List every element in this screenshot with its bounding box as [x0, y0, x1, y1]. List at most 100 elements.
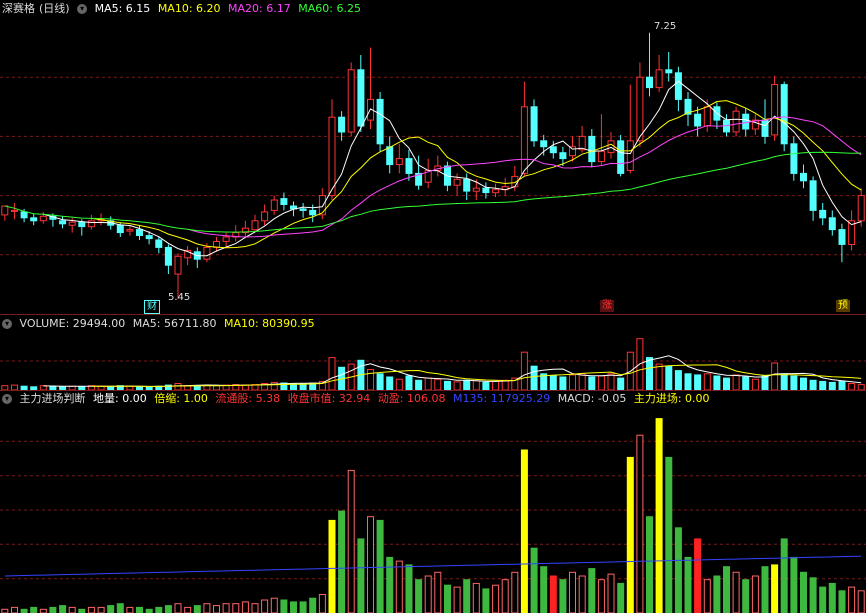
- candle-body: [761, 119, 769, 137]
- volume-bar: [607, 373, 615, 390]
- price-chart[interactable]: [0, 18, 866, 314]
- candle-body: [395, 158, 403, 166]
- volume-bar: [367, 369, 374, 390]
- volume-bar: [732, 374, 740, 390]
- candle-body: [155, 239, 163, 248]
- volume-bar: [434, 378, 442, 390]
- main-force-bar: [136, 606, 143, 613]
- main-force-bar: [270, 597, 278, 613]
- main-force-bar: [723, 566, 730, 613]
- candle-body: [588, 135, 596, 163]
- marker-zhang[interactable]: 涨: [600, 300, 614, 312]
- candle-body: [828, 217, 836, 231]
- chevron-down-icon[interactable]: ▾: [77, 4, 88, 14]
- volume-bar: [492, 380, 500, 390]
- candle-body: [261, 211, 269, 222]
- candle-body: [78, 221, 86, 228]
- main-force-bar: [30, 606, 38, 613]
- main-force-bar: [549, 575, 557, 613]
- main-force-bar: [405, 564, 413, 613]
- candle-body: [540, 140, 548, 148]
- volume-bar: [713, 375, 721, 390]
- chevron-down-icon[interactable]: ▾: [2, 319, 12, 329]
- candle-body: [386, 146, 394, 166]
- candle-body: [338, 116, 346, 133]
- period-label: (日线): [39, 2, 70, 15]
- panel-divider: [0, 390, 866, 391]
- candle-body: [674, 72, 682, 100]
- candle-body: [578, 135, 586, 151]
- volume-ma10-label: MA10: 80390.95: [223, 317, 315, 330]
- panel-divider: [0, 314, 866, 315]
- price-panel-header: 深赛格 (日线) ▾ MA5: 6.15 MA10: 6.20 MA20: 6.1…: [2, 2, 365, 16]
- candle-body: [482, 187, 490, 194]
- main-force-bar: [530, 547, 538, 613]
- volume-bar: [588, 376, 596, 390]
- beisuo-label: 倍缩: 1.00: [154, 392, 208, 405]
- main-force-bar: [520, 449, 528, 613]
- macd-label: MACD: -0.05: [557, 392, 627, 405]
- main-force-bar: [203, 603, 211, 613]
- main-force-bar: [318, 594, 326, 613]
- main-force-bar: [184, 606, 192, 613]
- main-force-entry-label: 主力进场: 0.00: [633, 392, 710, 405]
- main-force-bar: [780, 538, 788, 613]
- main-force-bar: [809, 577, 817, 613]
- main-force-bar: [347, 469, 355, 613]
- main-force-chart[interactable]: [0, 407, 866, 613]
- candle-body: [732, 110, 740, 133]
- candle-body: [347, 69, 355, 133]
- candle-body: [559, 152, 567, 160]
- candle-body: [636, 76, 644, 142]
- chevron-down-icon[interactable]: ▾: [2, 394, 12, 404]
- marker-cai[interactable]: 财: [144, 300, 160, 314]
- marker-yu[interactable]: 预: [836, 300, 850, 312]
- main-force-bar: [39, 608, 47, 613]
- main-force-bar: [569, 571, 576, 613]
- main-force-bar: [626, 456, 634, 613]
- volume-bar: [405, 375, 413, 390]
- volume-bar: [424, 377, 432, 390]
- main-force-bar: [501, 579, 509, 613]
- candle-body: [376, 98, 384, 145]
- candle-body: [1, 205, 9, 216]
- volume-bar: [723, 377, 730, 390]
- candle-body: [405, 158, 413, 174]
- main-force-bar: [415, 579, 423, 613]
- candle-body: [328, 116, 336, 197]
- main-force-bar: [588, 568, 596, 613]
- candle-body: [626, 140, 634, 171]
- main-force-bar: [848, 586, 856, 613]
- volume-bar: [819, 380, 827, 390]
- main-force-bar: [665, 456, 673, 613]
- dongying-label: 动盈: 106.08: [377, 392, 446, 405]
- candle-body: [59, 220, 67, 225]
- candle-body: [116, 224, 124, 234]
- candle-body: [665, 69, 673, 74]
- main-force-bar: [49, 606, 57, 613]
- candle-body: [800, 172, 807, 182]
- candle-body: [453, 178, 461, 186]
- volume-bar: [809, 379, 817, 390]
- candle-body: [20, 211, 28, 219]
- volume-ma5-label: MA5: 56711.80: [132, 317, 217, 330]
- main-force-bar: [78, 608, 86, 613]
- main-force-bar: [68, 606, 76, 613]
- main-force-bar: [261, 599, 269, 613]
- candle-body: [780, 84, 788, 145]
- candle-body: [857, 195, 865, 222]
- candle-body: [703, 106, 711, 127]
- main-force-bar: [251, 603, 259, 613]
- volume-bar: [482, 381, 490, 390]
- main-force-bar: [742, 579, 750, 613]
- volume-bar: [395, 378, 403, 390]
- volume-panel-header: ▾ VOLUME: 29494.00 MA5: 56711.80 MA10: 8…: [2, 317, 319, 331]
- main-force-bar: [703, 579, 711, 613]
- volume-bar: [684, 373, 692, 390]
- main-force-bar: [444, 584, 451, 613]
- volume-bar: [742, 376, 750, 390]
- candle-body: [68, 221, 76, 226]
- main-force-bar: [838, 590, 846, 613]
- volume-chart[interactable]: [0, 332, 866, 390]
- main-force-bar: [761, 566, 769, 613]
